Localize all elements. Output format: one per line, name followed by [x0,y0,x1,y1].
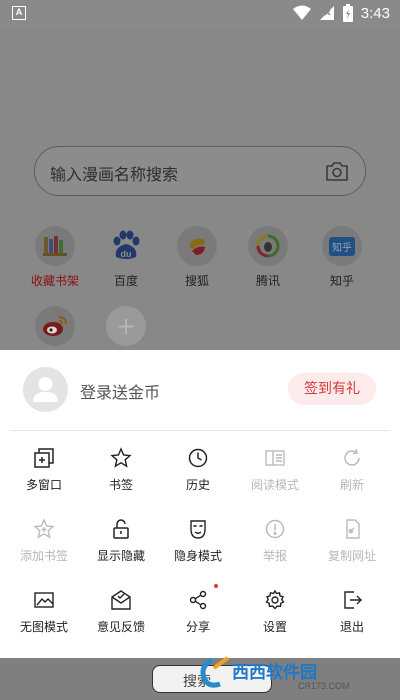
divider [10,430,390,431]
menu-feedback[interactable]: 意见反馈 [81,586,161,650]
menu-multi-window[interactable]: 多窗口 [4,444,84,508]
battery-icon [342,4,353,22]
weibo-icon [35,306,75,346]
camera-icon[interactable] [325,160,349,182]
menu-show-hidden[interactable]: 显示隐藏 [81,515,161,579]
multi-window-icon [34,448,54,468]
avatar[interactable] [23,367,68,412]
sohu-icon [177,226,217,266]
site-add[interactable]: + [91,306,161,346]
menu-report[interactable]: 举报 [235,515,315,579]
search-placeholder: 输入漫画名称搜索 [50,165,179,184]
menu-label: 添加书签 [19,549,68,563]
menu-reader-mode[interactable]: 阅读模式 [235,444,315,508]
menu-label: 退出 [339,620,364,634]
site-label: 搜狐 [184,274,209,288]
zhihu-icon: 知乎 [322,226,362,266]
login-row[interactable]: 登录送金币 签到有礼 [0,350,400,430]
menu-label: 刷新 [339,478,364,492]
menu-label: 举报 [262,549,287,563]
star-icon [110,447,132,468]
menu-sheet: 登录送金币 签到有礼 多窗口 书签 历史 阅读模式 刷新 添加书签 显示隐藏 隐… [0,350,400,658]
menu-label: 分享 [185,620,210,634]
menu-label: 复制网址 [327,549,376,563]
copy-link-icon [346,519,360,539]
menu-label: 隐身模式 [173,549,222,563]
menu-label: 意见反馈 [96,620,145,634]
menu-label: 阅读模式 [250,478,299,492]
menu-bookmarks[interactable]: 书签 [81,444,161,508]
menu-history[interactable]: 历史 [158,444,238,508]
clock-time: 3:43 [360,4,390,22]
watermark-url: CR173.COM [298,681,350,691]
site-sohu[interactable]: 搜狐 [162,226,232,289]
reader-icon [265,450,285,466]
site-zhihu[interactable]: 知乎 知乎 [307,226,377,289]
site-label: 百度 [113,274,138,288]
menu-label: 多窗口 [25,478,62,492]
exit-icon [344,591,362,609]
refresh-icon [344,448,360,466]
app-notification-icon: A [12,6,26,20]
no-image-icon [34,592,54,608]
share-icon [189,590,207,610]
tencent-icon [248,226,288,266]
menu-label: 书签 [108,478,133,492]
menu-refresh[interactable]: 刷新 [312,444,392,508]
report-icon [265,519,285,539]
login-text[interactable]: 登录送金币 [80,379,160,403]
bookshelf-icon [35,226,75,266]
watermark-logo: 西西软件园 CR173.COM [200,656,350,691]
menu-exit[interactable]: 退出 [312,586,392,650]
unlock-icon [113,519,129,539]
menu-add-bookmark[interactable]: 添加书签 [4,515,84,579]
site-label: 腾讯 [255,274,280,288]
menu-share[interactable]: 分享 [158,584,238,650]
site-label: 知乎 [329,274,354,288]
incognito-mask-icon [190,520,206,539]
menu-no-image-mode[interactable]: 无图模式 [4,586,84,650]
site-baidu[interactable]: du 百度 [91,226,161,289]
site-bookshelf[interactable]: 收藏书架 [20,226,90,289]
wifi-icon [292,5,311,20]
share-badge-dot [214,584,218,588]
menu-settings[interactable]: 设置 [235,586,315,650]
clock-icon [188,448,208,468]
feedback-icon [111,590,131,610]
status-icons: 3:43 [292,4,390,22]
add-icon: + [106,306,146,346]
svg-text:du: du [121,249,132,259]
site-label: 收藏书架 [30,274,79,288]
menu-incognito[interactable]: 隐身模式 [158,515,238,579]
site-tencent[interactable]: 腾讯 [233,226,303,289]
status-bar: A 3:43 [0,0,400,28]
search-box[interactable]: 输入漫画名称搜索 [34,146,366,196]
watermark-text: 西西软件园 [232,662,317,683]
baidu-icon: du [106,226,146,266]
menu-copy-link[interactable]: 复制网址 [312,515,392,579]
site-weibo[interactable] [20,306,90,346]
menu-label: 历史 [185,478,210,492]
user-icon [33,377,58,402]
menu-label: 无图模式 [19,620,68,634]
signin-reward-button[interactable]: 签到有礼 [288,373,376,405]
menu-label: 显示隐藏 [96,549,145,563]
menu-label: 设置 [262,620,287,634]
gear-icon [265,589,285,610]
add-bookmark-icon [33,518,55,539]
signal-icon [319,6,334,20]
